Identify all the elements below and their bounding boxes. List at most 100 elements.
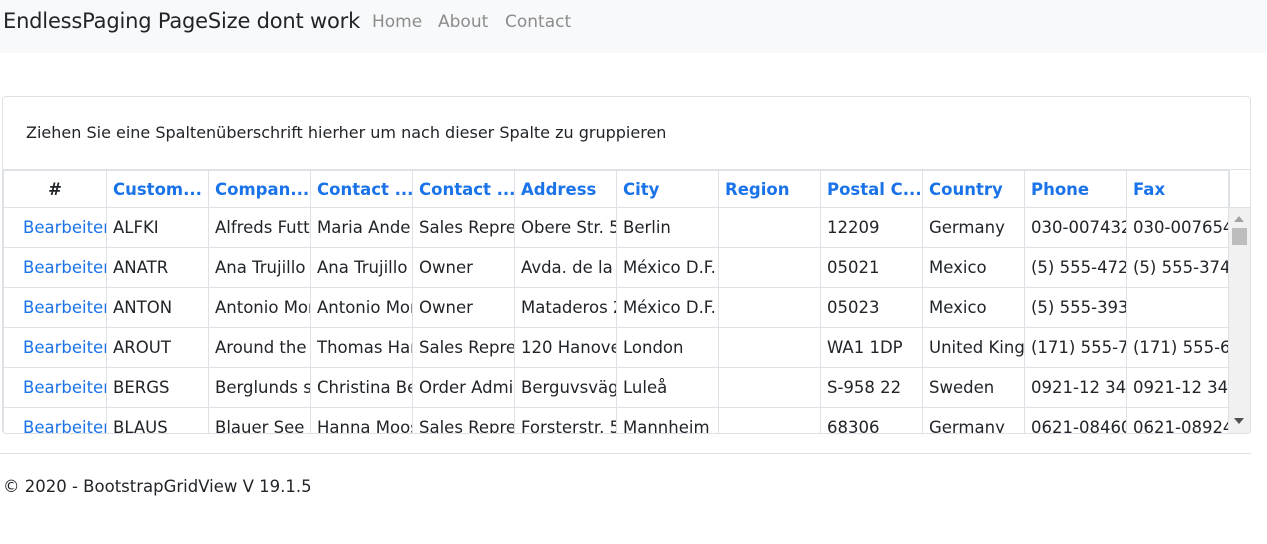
table-cell: 0921-12 34 67	[1126, 367, 1229, 408]
table-cell: Thomas Hardy	[310, 327, 413, 368]
table-cell: Hanna Moos	[310, 407, 413, 433]
table-cell: Maria Anders	[310, 207, 413, 248]
table-cell: Berguvsvägen 8	[514, 367, 617, 408]
table-cell: 030-0076545	[1126, 207, 1229, 248]
table-cell: Ana Trujillo	[310, 247, 413, 288]
table-cell	[718, 367, 821, 408]
edit-link[interactable]: Bearbeiten	[3, 367, 107, 408]
table-cell	[718, 327, 821, 368]
table-cell: Berglunds snabbköp	[208, 367, 311, 408]
table-cell: AROUT	[106, 327, 209, 368]
footer-divider	[0, 453, 1251, 454]
vertical-scrollbar[interactable]	[1229, 208, 1250, 433]
table-cell	[1126, 287, 1229, 328]
table-cell	[718, 287, 821, 328]
edit-link[interactable]: Bearbeiten	[3, 287, 107, 328]
table-cell: 120 Hanover Sq.	[514, 327, 617, 368]
table-cell: Sales Representative	[412, 207, 515, 248]
table-cell: Blauer See Delikatessen	[208, 407, 311, 433]
table-cell: Sales Representative	[412, 327, 515, 368]
column-header[interactable]: Region	[718, 170, 821, 208]
table-cell: Alfreds Futterkiste	[208, 207, 311, 248]
navbar-brand[interactable]: EndlessPaging PageSize dont work	[3, 9, 360, 33]
table-row[interactable]: BearbeitenBLAUSBlauer See DelikatessenHa…	[3, 407, 1229, 433]
header-row: # Custom... Compan... Contact ... Contact ..…	[3, 170, 1229, 208]
table-cell: 05021	[820, 247, 923, 288]
table-cell: BLAUS	[106, 407, 209, 433]
group-panel[interactable]: Ziehen Sie eine Spaltenüberschrift hierh…	[3, 97, 1250, 170]
table-cell: Germany	[922, 407, 1025, 433]
column-header[interactable]: City	[616, 170, 719, 208]
table-cell: Antonio Moreno Taquería	[208, 287, 311, 328]
table-cell: Around the Horn	[208, 327, 311, 368]
grid-card: Ziehen Sie eine Spaltenüberschrift hierh…	[2, 96, 1251, 434]
table-cell: Obere Str. 57	[514, 207, 617, 248]
table-cell: WA1 1DP	[820, 327, 923, 368]
table-cell: London	[616, 327, 719, 368]
table-cell: BERGS	[106, 367, 209, 408]
column-header[interactable]: Country	[922, 170, 1025, 208]
column-header[interactable]: Address	[514, 170, 617, 208]
column-header[interactable]: Compan...	[208, 170, 311, 208]
table-cell: 05023	[820, 287, 923, 328]
footer-text: © 2020 - BootstrapGridView V 19.1.5	[3, 477, 312, 496]
table-row[interactable]: BearbeitenANATRAna Trujillo Emparedados …	[3, 247, 1229, 288]
group-panel-text: Ziehen Sie eine Spaltenüberschrift hierh…	[26, 123, 667, 142]
table-cell: Avda. de la Constitución 2222	[514, 247, 617, 288]
table-cell: Mataderos 2312	[514, 287, 617, 328]
table-cell: Mexico	[922, 287, 1025, 328]
nav-link-about[interactable]: About	[438, 12, 488, 32]
table-cell: Christina Berglund	[310, 367, 413, 408]
table-cell: 68306	[820, 407, 923, 433]
table-cell: Forsterstr. 57	[514, 407, 617, 433]
grid-table: # Custom... Compan... Contact ... Contact ..…	[3, 170, 1229, 433]
table-cell: (171) 555-6750	[1126, 327, 1229, 368]
table-cell: 0921-12 34 65	[1024, 367, 1127, 408]
table-cell: Order Administrator	[412, 367, 515, 408]
table-cell: Luleå	[616, 367, 719, 408]
scroll-down-arrow-icon[interactable]	[1234, 418, 1244, 424]
table-cell: Germany	[922, 207, 1025, 248]
edit-link[interactable]: Bearbeiten	[3, 327, 107, 368]
column-header[interactable]: Contact ...	[310, 170, 413, 208]
table-row[interactable]: BearbeitenAROUTAround the HornThomas Har…	[3, 327, 1229, 368]
table-row[interactable]: BearbeitenBERGSBerglunds snabbköpChristi…	[3, 367, 1229, 408]
scrollbar-header-spacer	[1229, 170, 1250, 208]
table-cell: Owner	[412, 247, 515, 288]
nav-link-home[interactable]: Home	[372, 12, 422, 32]
table-cell	[718, 207, 821, 248]
column-header[interactable]: Phone	[1024, 170, 1127, 208]
table-cell: 0621-08460	[1024, 407, 1127, 433]
column-header[interactable]: Contact ...	[412, 170, 515, 208]
table-cell: México D.F.	[616, 247, 719, 288]
table-cell: S-958 22	[820, 367, 923, 408]
edit-link[interactable]: Bearbeiten	[3, 407, 107, 433]
table-cell: Berlin	[616, 207, 719, 248]
nav-link-contact[interactable]: Contact	[505, 12, 571, 32]
navbar: EndlessPaging PageSize dont work Home Ab…	[0, 0, 1267, 53]
table-row[interactable]: BearbeitenALFKIAlfreds FutterkisteMaria …	[3, 207, 1229, 248]
table-cell: (171) 555-7788	[1024, 327, 1127, 368]
edit-link[interactable]: Bearbeiten	[3, 207, 107, 248]
table-cell: Sweden	[922, 367, 1025, 408]
column-header[interactable]: Fax	[1126, 170, 1229, 208]
edit-link[interactable]: Bearbeiten	[3, 247, 107, 288]
table-cell: México D.F.	[616, 287, 719, 328]
column-header-index[interactable]: #	[3, 170, 107, 208]
scroll-thumb[interactable]	[1232, 228, 1247, 245]
table-cell: ANTON	[106, 287, 209, 328]
column-header[interactable]: Postal C...	[820, 170, 923, 208]
table-cell: Sales Representative	[412, 407, 515, 433]
table-row[interactable]: BearbeitenANTONAntonio Moreno TaqueríaAn…	[3, 287, 1229, 328]
table-cell: (5) 555-3745	[1126, 247, 1229, 288]
column-header[interactable]: Custom...	[106, 170, 209, 208]
data-grid: # Custom... Compan... Contact ... Contact ..…	[3, 170, 1250, 433]
table-cell	[718, 407, 821, 433]
table-cell: 12209	[820, 207, 923, 248]
table-cell: Ana Trujillo Emparedados y helados	[208, 247, 311, 288]
scroll-up-arrow-icon[interactable]	[1234, 216, 1244, 222]
table-cell: Mannheim	[616, 407, 719, 433]
table-cell: Antonio Moreno	[310, 287, 413, 328]
table-cell: Owner	[412, 287, 515, 328]
table-cell	[718, 247, 821, 288]
